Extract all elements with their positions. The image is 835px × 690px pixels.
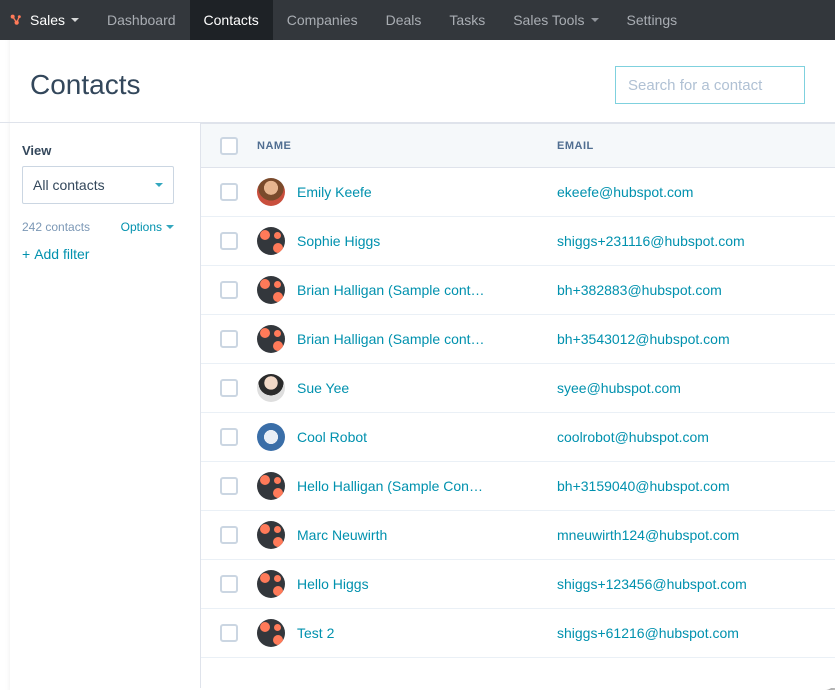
contact-name-link[interactable]: Sophie Higgs — [297, 233, 380, 249]
contact-name-link[interactable]: Test 2 — [297, 625, 334, 641]
nav-brand-sales[interactable]: Sales — [30, 0, 93, 40]
contact-email-link[interactable]: syee@hubspot.com — [557, 380, 835, 396]
avatar — [257, 423, 285, 451]
table-row: Sue Yee syee@hubspot.com — [201, 364, 835, 413]
table-row: Marc Neuwirth mneuwirth124@hubspot.com — [201, 511, 835, 560]
avatar — [257, 276, 285, 304]
nav-item-companies[interactable]: Companies — [273, 0, 372, 40]
view-select[interactable]: All contacts — [22, 166, 174, 204]
caret-down-icon — [166, 225, 174, 229]
top-nav: Sales Dashboard Contacts Companies Deals… — [0, 0, 835, 40]
table-row: Brian Halligan (Sample cont… bh+382883@hu… — [201, 266, 835, 315]
view-label: View — [22, 143, 174, 158]
table-row: Hello Halligan (Sample Con… bh+3159040@hu… — [201, 462, 835, 511]
plus-icon: + — [22, 246, 30, 262]
table-row: Hello Higgs shiggs+123456@hubspot.com — [201, 560, 835, 609]
search-wrap — [615, 66, 805, 104]
caret-down-icon — [155, 183, 163, 187]
contact-email-link[interactable]: coolrobot@hubspot.com — [557, 429, 835, 445]
table-row: Emily Keefe ekeefe@hubspot.com — [201, 168, 835, 217]
page-title: Contacts — [30, 69, 615, 101]
nav-item-dashboard[interactable]: Dashboard — [93, 0, 190, 40]
row-checkbox[interactable] — [220, 183, 238, 201]
nav-item-sales-tools[interactable]: Sales Tools — [499, 0, 612, 40]
row-checkbox[interactable] — [220, 575, 238, 593]
contact-email-link[interactable]: shiggs+123456@hubspot.com — [557, 576, 835, 592]
row-checkbox[interactable] — [220, 477, 238, 495]
caret-down-icon — [591, 18, 599, 22]
row-checkbox[interactable] — [220, 624, 238, 642]
nav-item-deals[interactable]: Deals — [372, 0, 436, 40]
avatar — [257, 374, 285, 402]
contact-name-link[interactable]: Cool Robot — [297, 429, 367, 445]
caret-down-icon — [71, 18, 79, 22]
row-checkbox[interactable] — [220, 330, 238, 348]
contact-name-link[interactable]: Brian Halligan (Sample cont… — [297, 331, 485, 347]
row-checkbox[interactable] — [220, 232, 238, 250]
nav-item-tasks[interactable]: Tasks — [435, 0, 499, 40]
contact-email-link[interactable]: bh+3543012@hubspot.com — [557, 331, 835, 347]
table-row: Test 2 shiggs+61216@hubspot.com — [201, 609, 835, 658]
contacts-table: NAME EMAIL Emily Keefe ekeefe@hubspot.com… — [200, 123, 835, 688]
contact-name-link[interactable]: Marc Neuwirth — [297, 527, 387, 543]
add-filter-button[interactable]: + Add filter — [22, 246, 174, 262]
table-header: NAME EMAIL — [201, 124, 835, 168]
row-checkbox[interactable] — [220, 428, 238, 446]
contacts-count: 242 contacts — [22, 220, 90, 234]
hubspot-logo-icon — [8, 12, 24, 28]
view-select-value: All contacts — [33, 177, 105, 193]
contact-name-link[interactable]: Hello Halligan (Sample Con… — [297, 478, 483, 494]
nav-brand-label: Sales — [30, 12, 65, 28]
contact-name-link[interactable]: Hello Higgs — [297, 576, 369, 592]
avatar — [257, 619, 285, 647]
nav-item-contacts[interactable]: Contacts — [190, 0, 273, 40]
row-checkbox[interactable] — [220, 526, 238, 544]
row-checkbox[interactable] — [220, 379, 238, 397]
row-checkbox[interactable] — [220, 281, 238, 299]
contact-email-link[interactable]: mneuwirth124@hubspot.com — [557, 527, 835, 543]
table-row: Cool Robot coolrobot@hubspot.com — [201, 413, 835, 462]
avatar — [257, 227, 285, 255]
options-dropdown[interactable]: Options — [121, 220, 174, 234]
contact-name-link[interactable]: Emily Keefe — [297, 184, 372, 200]
avatar — [257, 521, 285, 549]
table-row: Brian Halligan (Sample cont… bh+3543012@h… — [201, 315, 835, 364]
contact-email-link[interactable]: ekeefe@hubspot.com — [557, 184, 835, 200]
avatar — [257, 472, 285, 500]
sidebar: View All contacts 242 contacts Options +… — [0, 123, 200, 688]
avatar — [257, 178, 285, 206]
contact-email-link[interactable]: shiggs+61216@hubspot.com — [557, 625, 835, 641]
header-name[interactable]: NAME — [257, 140, 557, 152]
search-input[interactable] — [615, 66, 805, 104]
nav-item-settings[interactable]: Settings — [613, 0, 692, 40]
contact-email-link[interactable]: bh+3159040@hubspot.com — [557, 478, 835, 494]
table-row: Sophie Higgs shiggs+231116@hubspot.com — [201, 217, 835, 266]
page-header: Contacts — [0, 40, 835, 123]
select-all-checkbox[interactable] — [220, 137, 238, 155]
contact-email-link[interactable]: bh+382883@hubspot.com — [557, 282, 835, 298]
contact-name-link[interactable]: Brian Halligan (Sample cont… — [297, 282, 485, 298]
contact-name-link[interactable]: Sue Yee — [297, 380, 349, 396]
contact-email-link[interactable]: shiggs+231116@hubspot.com — [557, 233, 835, 249]
avatar — [257, 570, 285, 598]
header-email[interactable]: EMAIL — [557, 140, 835, 152]
avatar — [257, 325, 285, 353]
